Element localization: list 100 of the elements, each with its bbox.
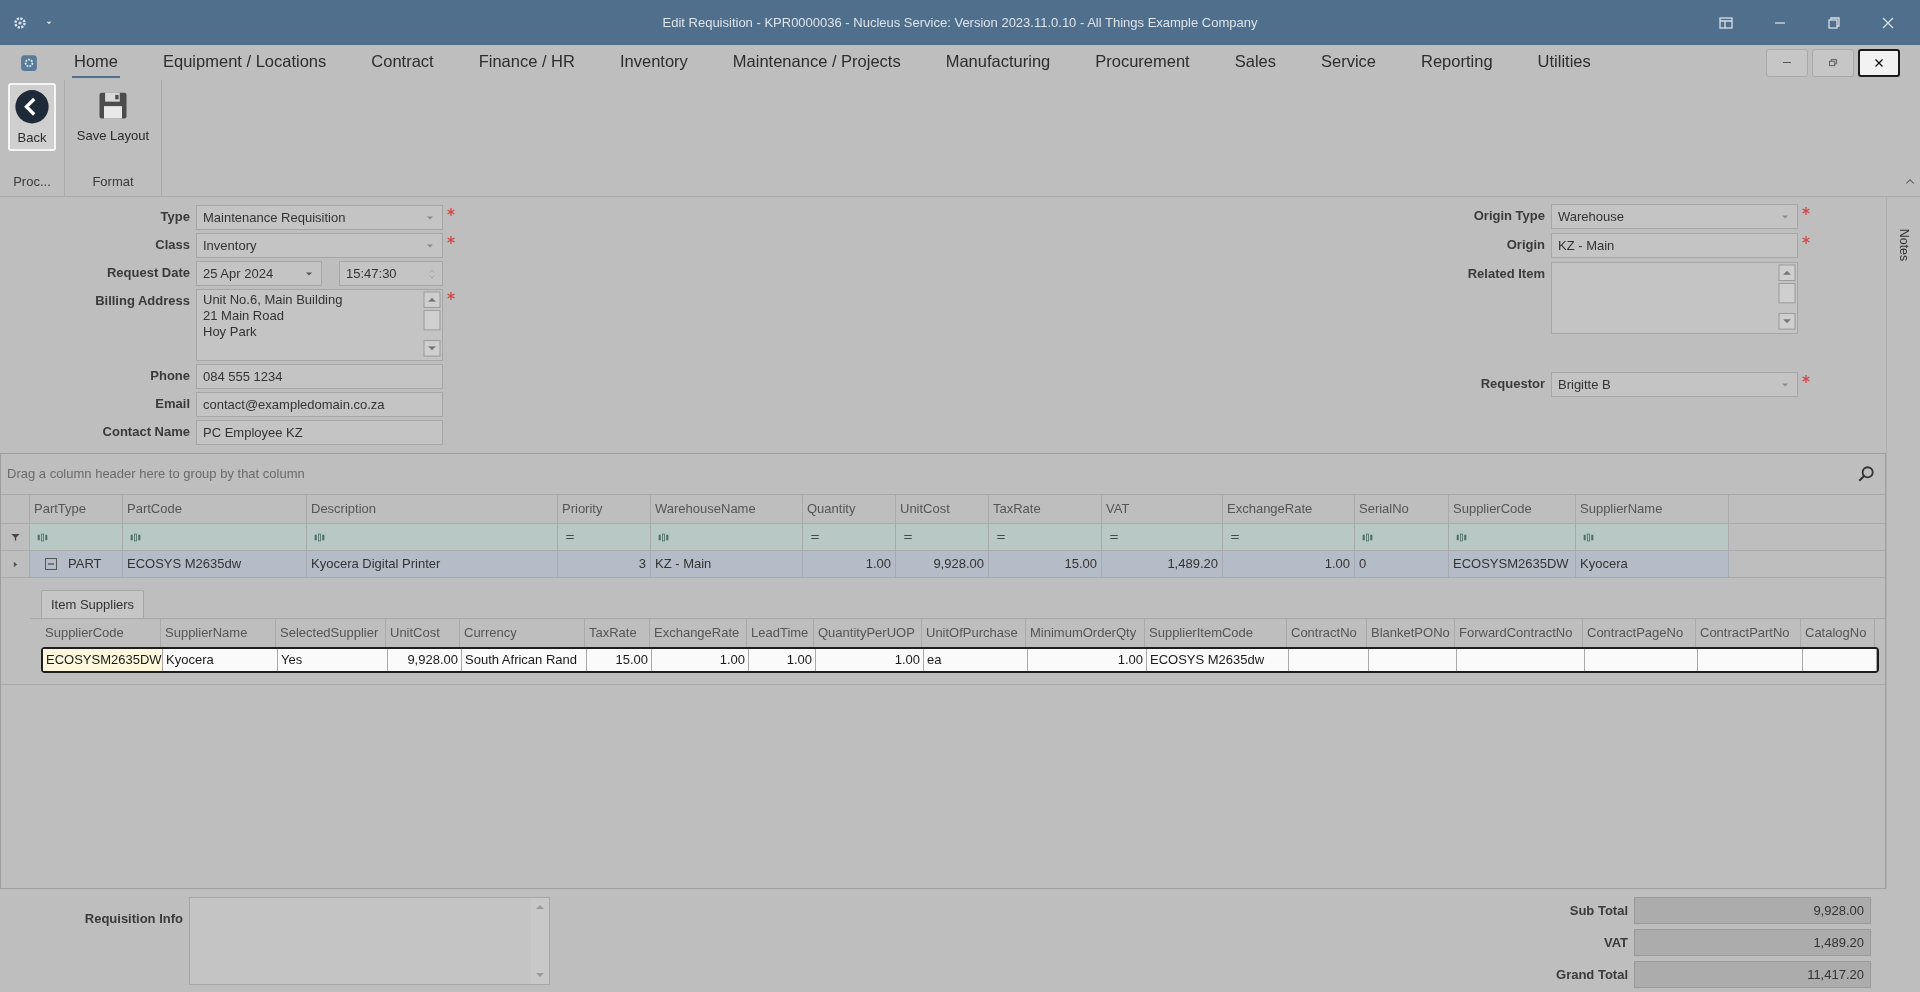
text-filter-icon[interactable]: [1582, 531, 1595, 543]
field-label: Related Item: [1466, 265, 1546, 283]
column-header[interactable]: PartCode: [123, 495, 307, 523]
table-cell: Kyocera: [163, 649, 278, 671]
table-cell: KZ - Main: [651, 551, 803, 577]
text-field[interactable]: KZ - Main: [1551, 233, 1798, 258]
menu-tab[interactable]: Procurement: [1093, 47, 1192, 78]
table-cell: 1.00: [652, 649, 749, 671]
column-header[interactable]: SupplierCode: [1449, 495, 1576, 523]
memo-field[interactable]: Unit No.6, Main Building 21 Main Road Hoy Park: [196, 289, 443, 361]
table-cell: Yes: [278, 649, 388, 671]
menu-tab[interactable]: Reporting: [1419, 47, 1495, 78]
field-label: Class: [154, 236, 191, 254]
table-cell: 1.00: [816, 649, 924, 671]
column-header[interactable]: UnitCost: [896, 495, 989, 523]
ribbon-group-label: Proc...: [13, 173, 51, 191]
table-cell: ea: [924, 649, 1028, 671]
table-cell: 15.00: [989, 551, 1102, 577]
dropdown[interactable]: Maintenance Requisition: [196, 205, 443, 230]
field-label: Phone: [149, 367, 191, 385]
text-filter-icon[interactable]: [657, 531, 670, 543]
table-cell: 1.00: [803, 551, 896, 577]
table-cell: 9,928.00: [388, 649, 462, 671]
field-label: Contact Name: [101, 423, 191, 441]
column-header[interactable]: Description: [307, 495, 558, 523]
gear-icon: [12, 14, 28, 31]
menu-tab[interactable]: Equipment / Locations: [161, 47, 329, 78]
collapse-row-icon[interactable]: [44, 557, 58, 571]
column-header[interactable]: SerialNo: [1355, 495, 1449, 523]
column-header[interactable]: PartType: [30, 495, 123, 523]
total-field: 9,928.00: [1634, 897, 1871, 924]
menu-tab[interactable]: Service: [1319, 47, 1378, 78]
column-header[interactable]: Priority: [558, 495, 651, 523]
column-header[interactable]: VAT: [1102, 495, 1223, 523]
ribbon-group-label: Format: [92, 173, 134, 191]
dropdown[interactable]: Warehouse: [1551, 204, 1798, 229]
table-cell: 9,928.00: [896, 551, 989, 577]
time-field[interactable]: 15:47:30: [339, 261, 443, 286]
text-field[interactable]: 084 555 1234: [196, 364, 443, 389]
table-cell-text: PART: [68, 555, 102, 574]
window-title: Edit Requisition - KPR0000036 - Nucleus Service: Version 2023.11.0.10 - All Things Example Company: [661, 13, 1259, 32]
total-label: VAT: [1602, 933, 1629, 952]
text-filter-icon[interactable]: [36, 531, 49, 543]
table-cell: 1.00: [749, 649, 816, 671]
search-icon[interactable]: [1857, 465, 1875, 483]
table-cell: South African Rand: [462, 649, 587, 671]
menu-tab[interactable]: Manufacturing: [943, 47, 1053, 78]
text-filter-icon[interactable]: [1361, 531, 1374, 543]
table-cell: 3: [558, 551, 651, 577]
text-field[interactable]: contact@exampledomain.co.za: [196, 392, 443, 417]
total-field: 11,417.20: [1634, 961, 1871, 988]
total-label: Grand Total: [1555, 965, 1629, 984]
field-label: Request Date: [105, 264, 191, 282]
column-header[interactable]: ExchangeRate: [1223, 495, 1355, 523]
group-panel-hint: Drag a column header here to group by that column: [7, 465, 305, 484]
field-label: Email: [154, 395, 191, 413]
text-filter-icon[interactable]: [129, 531, 142, 543]
filter-icon: [9, 531, 21, 543]
menu-tab[interactable]: Utilities: [1535, 47, 1593, 78]
total-field: 1,489.20: [1634, 929, 1871, 956]
field-label: Billing Address: [94, 292, 191, 310]
text-filter-icon[interactable]: [313, 531, 326, 543]
column-header[interactable]: SupplierName: [1576, 495, 1729, 523]
save-layout-button[interactable]: Save Layout: [73, 83, 153, 151]
table-cell: Kyocera Digital Printer: [307, 551, 558, 577]
menu-tab[interactable]: Maintenance / Projects: [730, 47, 903, 78]
layout-icon[interactable]: [1718, 14, 1734, 31]
table-row[interactable]: ECOSYSM2635DW Kyocera Yes 9,928.00 South African Rand 15.00 1.00 1.00 1.00 ea 1.00 ECOSYS M2635dw: [41, 647, 1879, 673]
dropdown[interactable]: Inventory: [196, 233, 443, 258]
table-cell: ECOSYS M2635dw: [123, 551, 307, 577]
field-label: Type: [159, 208, 191, 226]
menu-tab[interactable]: Finance / HR: [476, 47, 577, 78]
table-cell: 1,489.20: [1102, 551, 1223, 577]
column-header[interactable]: WarehouseName: [651, 495, 803, 523]
dropdown[interactable]: Brigitte B: [1551, 372, 1798, 397]
restore-icon[interactable]: [1826, 14, 1842, 31]
table-cell: ECOSYSM2635DW: [1449, 551, 1576, 577]
table-cell: 15.00: [587, 649, 652, 671]
text-filter-icon[interactable]: [1455, 531, 1468, 543]
menu-tab[interactable]: Home: [72, 47, 120, 78]
minimize-icon: [1783, 61, 1791, 64]
back-button[interactable]: Back: [8, 83, 56, 151]
detail-tab[interactable]: Item Suppliers: [41, 590, 145, 618]
date-picker[interactable]: 25 Apr 2024: [196, 261, 322, 286]
text-field[interactable]: PC Employee KZ: [196, 420, 443, 445]
table-cell: Kyocera: [1576, 551, 1729, 577]
close-button[interactable]: [1858, 48, 1900, 77]
menu-tab[interactable]: Inventory: [617, 47, 690, 78]
app-icon: [20, 53, 38, 72]
column-header[interactable]: Quantity: [803, 495, 896, 523]
menu-tab[interactable]: Contract: [369, 47, 436, 78]
menu-tab[interactable]: Sales: [1232, 47, 1278, 78]
table-cell: ECOSYSM2635DW: [43, 649, 163, 671]
memo-field[interactable]: [1551, 262, 1798, 334]
column-header[interactable]: TaxRate: [989, 495, 1102, 523]
field-label: Origin: [1505, 236, 1546, 254]
total-label: Sub Total: [1568, 901, 1629, 920]
field-label: Requestor: [1479, 375, 1546, 393]
notes-tab[interactable]: Notes: [1895, 215, 1912, 275]
memo-field[interactable]: [189, 897, 550, 985]
